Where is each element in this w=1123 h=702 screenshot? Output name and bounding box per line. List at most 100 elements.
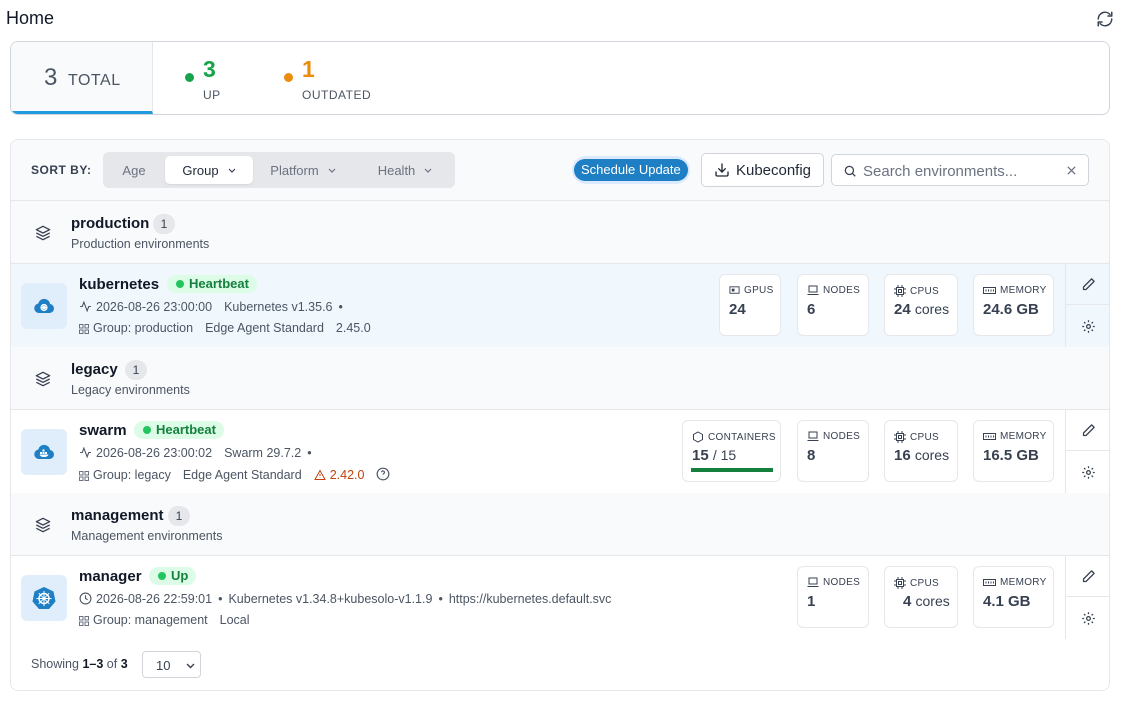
outdated-label: OUTDATED bbox=[302, 88, 372, 102]
pencil-icon bbox=[1082, 569, 1095, 582]
gear-icon bbox=[1081, 320, 1095, 333]
layers-icon bbox=[35, 517, 51, 533]
settings-button[interactable] bbox=[1066, 598, 1109, 639]
environment-name: manager bbox=[79, 568, 142, 585]
stat-label: NODES bbox=[823, 431, 861, 442]
docker-cloud-icon bbox=[21, 429, 67, 475]
group-label: Group: production bbox=[93, 321, 194, 335]
sort-by-label: SORT BY: bbox=[31, 163, 92, 177]
stat-value: 6 bbox=[807, 301, 816, 318]
laptop-icon bbox=[807, 285, 819, 295]
environment-url: https://kubernetes.default.svc bbox=[448, 592, 612, 606]
sort-platform-button[interactable]: Platform bbox=[259, 156, 347, 184]
outdated-count: 1 bbox=[302, 56, 315, 82]
group-label: Group: management bbox=[93, 613, 208, 627]
agent-type: Local bbox=[219, 613, 250, 627]
settings-button[interactable] bbox=[1066, 306, 1109, 347]
refresh-icon[interactable] bbox=[1096, 10, 1114, 28]
clock-icon bbox=[79, 592, 92, 605]
group-count-badge: 1 bbox=[125, 360, 147, 380]
group-count-badge: 1 bbox=[153, 214, 175, 234]
environment-group-info: Group: legacy Edge Agent Standard 2.42.0 bbox=[79, 467, 394, 482]
sort-age-button[interactable]: Age bbox=[107, 156, 161, 184]
last-checkin: 2026-08-26 23:00:00 bbox=[96, 300, 213, 314]
cpus-card: CPUS 4 cores bbox=[884, 566, 958, 628]
clear-search-icon[interactable] bbox=[1066, 165, 1077, 176]
total-tab[interactable]: 3 TOTAL bbox=[11, 42, 153, 114]
sort-group-button[interactable]: Group bbox=[165, 156, 253, 184]
gear-icon bbox=[1081, 466, 1095, 479]
group-header-management[interactable]: management 1 Management environments bbox=[11, 493, 1109, 556]
stat-value: 24.6 GB bbox=[983, 301, 1039, 318]
settings-button[interactable] bbox=[1066, 452, 1109, 493]
group-grid-icon bbox=[79, 471, 89, 481]
kubernetes-cloud-icon bbox=[21, 283, 67, 329]
environment-row-kubernetes[interactable]: kubernetes Heartbeat 2026-08-26 23:00:00… bbox=[11, 264, 1109, 348]
environment-name: swarm bbox=[79, 422, 127, 439]
stat-label: CPUS bbox=[910, 431, 939, 443]
environment-row-swarm[interactable]: swarm Heartbeat 2026-08-26 23:00:02 Swarm… bbox=[11, 410, 1109, 494]
stat-value: 1 bbox=[807, 593, 816, 610]
schedule-update-button[interactable]: Schedule Update bbox=[572, 156, 690, 184]
gpu-icon bbox=[729, 286, 740, 294]
group-description: Legacy environments bbox=[71, 383, 190, 397]
page-size-value: 10 bbox=[156, 658, 171, 673]
download-icon bbox=[715, 163, 729, 177]
chevron-down-icon bbox=[328, 168, 336, 173]
environment-meta: 2026-08-26 23:00:02 Swarm 29.7.2 • bbox=[79, 446, 318, 460]
edit-button[interactable] bbox=[1066, 556, 1109, 597]
page-size-select[interactable]: 10 bbox=[142, 651, 201, 678]
schedule-update-label: Schedule Update bbox=[574, 159, 688, 181]
platform-version: Kubernetes v1.35.6 bbox=[224, 300, 333, 314]
group-name: legacy bbox=[71, 361, 118, 378]
chevron-down-icon bbox=[228, 168, 235, 173]
environments-toolbar: SORT BY: Age Group Platform Health Sched… bbox=[11, 140, 1109, 201]
cpu-icon bbox=[894, 577, 906, 589]
containers-running: 15 bbox=[692, 447, 709, 464]
row-actions bbox=[1065, 264, 1109, 347]
stat-value: 24 bbox=[894, 301, 911, 318]
group-description: Production environments bbox=[71, 237, 210, 251]
cpus-card: CPUS 16 cores bbox=[884, 420, 958, 482]
up-count: 3 bbox=[203, 56, 216, 82]
row-actions bbox=[1065, 410, 1109, 493]
sort-age-label: Age bbox=[122, 162, 146, 178]
group-name: management bbox=[71, 507, 164, 524]
stat-label: MEMORY bbox=[1000, 431, 1047, 442]
stat-label: CPUS bbox=[910, 285, 939, 297]
row-actions bbox=[1065, 556, 1109, 639]
group-grid-icon bbox=[79, 616, 89, 626]
sort-segmented-control: Age Group Platform Health bbox=[103, 152, 455, 188]
stat-label: CONTAINERS bbox=[708, 431, 776, 443]
group-label: Group: legacy bbox=[93, 468, 171, 482]
sort-health-label: Health bbox=[377, 162, 416, 178]
kubernetes-helm-icon bbox=[21, 575, 67, 621]
kubeconfig-button[interactable]: Kubeconfig bbox=[701, 153, 824, 187]
agent-version: 2.45.0 bbox=[335, 321, 371, 335]
group-header-legacy[interactable]: legacy 1 Legacy environments bbox=[11, 347, 1109, 410]
containers-total: / 15 bbox=[712, 447, 737, 463]
environment-meta: 2026-08-26 23:00:00 Kubernetes v1.35.6 • bbox=[79, 300, 349, 314]
edit-button[interactable] bbox=[1066, 410, 1109, 451]
stat-label: NODES bbox=[823, 577, 861, 588]
laptop-icon bbox=[807, 577, 819, 587]
group-header-production[interactable]: production 1 Production environments bbox=[11, 201, 1109, 264]
search-box bbox=[831, 154, 1089, 186]
environment-row-manager[interactable]: manager Up 2026-08-26 22:59:01 • Kubernete… bbox=[11, 556, 1109, 640]
nodes-card: NODES 6 bbox=[797, 274, 869, 336]
memory-card: MEMORY 16.5 GB bbox=[973, 420, 1054, 482]
stat-value: 8 bbox=[807, 447, 816, 464]
sort-health-button[interactable]: Health bbox=[361, 156, 449, 184]
environment-name: kubernetes bbox=[79, 276, 160, 293]
kubeconfig-label: Kubeconfig bbox=[735, 161, 812, 179]
cpu-icon bbox=[894, 285, 906, 297]
search-input[interactable] bbox=[863, 161, 1053, 181]
home-page: Home 3 TOTAL 3 UP 1 OUTDATED SORT BY: Ag… bbox=[0, 0, 1123, 702]
stat-unit: cores bbox=[914, 447, 950, 463]
help-icon[interactable] bbox=[376, 467, 390, 481]
memory-icon bbox=[983, 578, 996, 586]
nodes-card: NODES 1 bbox=[797, 566, 869, 628]
containers-progress-fill bbox=[691, 468, 773, 472]
edit-button[interactable] bbox=[1066, 264, 1109, 305]
page-title: Home bbox=[6, 8, 55, 28]
